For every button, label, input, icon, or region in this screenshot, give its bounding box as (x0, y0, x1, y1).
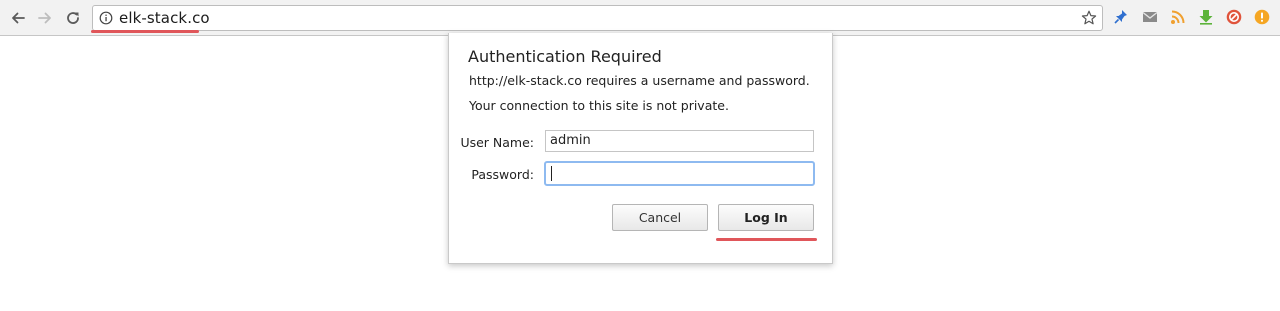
back-button[interactable] (8, 8, 28, 28)
login-highlight-underline (716, 238, 817, 241)
text-caret (551, 166, 552, 181)
authentication-dialog: Authentication Required http://elk-stack… (448, 33, 833, 264)
login-button[interactable]: Log In (718, 204, 814, 231)
mail-extension-icon[interactable] (1142, 9, 1158, 25)
username-label: User Name: (460, 135, 534, 150)
dialog-message-url: http://elk-stack.co requires a username … (469, 73, 810, 88)
cancel-button[interactable]: Cancel (612, 204, 708, 231)
password-field[interactable] (544, 161, 815, 186)
url-text[interactable]: elk-stack.co (119, 9, 210, 27)
arrow-left-icon (12, 12, 25, 24)
dialog-title: Authentication Required (468, 47, 662, 66)
address-bar[interactable]: elk-stack.co (92, 5, 1103, 31)
rss-extension-icon[interactable] (1170, 9, 1186, 25)
pushpin-extension-icon[interactable] (1113, 9, 1129, 25)
dialog-message-connection: Your connection to this site is not priv… (469, 98, 729, 113)
password-label: Password: (471, 167, 534, 182)
reload-button[interactable] (63, 8, 83, 28)
reload-icon (67, 12, 79, 24)
arrow-right-icon (38, 12, 51, 24)
browser-toolbar: elk-stack.co (0, 0, 1280, 36)
username-field[interactable]: admin (545, 130, 814, 152)
info-icon[interactable] (99, 11, 113, 25)
url-highlight-underline (91, 30, 199, 33)
block-extension-icon[interactable] (1226, 9, 1242, 25)
download-extension-icon[interactable] (1198, 9, 1214, 25)
alert-extension-icon[interactable] (1254, 9, 1270, 25)
star-icon[interactable] (1080, 9, 1098, 27)
forward-button[interactable] (35, 8, 55, 28)
